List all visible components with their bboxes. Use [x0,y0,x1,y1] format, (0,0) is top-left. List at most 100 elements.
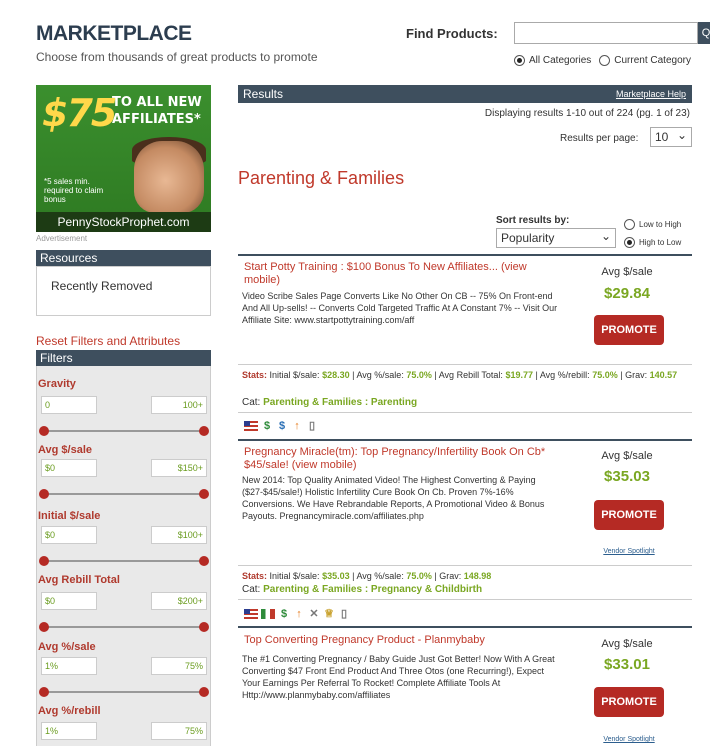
slider-min-handle[interactable] [39,622,49,632]
stats-grav-label: Grav: [439,571,462,581]
filter-rebill-total-min[interactable]: $0 [41,592,97,610]
scope-current-label: Current Category [614,55,691,66]
row-divider [238,565,692,566]
slider-max-handle[interactable] [199,556,209,566]
product-1-title[interactable]: Start Potty Training : $100 Bonus To New… [244,261,564,287]
row-divider [238,599,692,600]
filter-avg-pct-rebill-max[interactable]: 75% [151,722,207,740]
filter-avg-sale-label: Avg $/sale [38,444,93,456]
resources-header: Resources [36,250,211,267]
product-3-avg-label: Avg $/sale [601,638,653,650]
product-1-category-value[interactable]: Parenting & Families : Parenting [263,397,417,408]
recurring-icon: $ [278,420,286,432]
filter-gravity-min[interactable]: 0 [41,396,97,414]
sort-low-high-label: Low to High [639,220,682,229]
search-button[interactable]: Q [698,22,710,44]
marketplace-help-link[interactable]: Marketplace Help [616,85,686,103]
product-1-icons: $ $ ↑ ▯ [244,419,318,433]
filter-avg-pct-sale-slider[interactable] [39,687,209,697]
row-divider [238,439,692,441]
product-2-promote-button[interactable]: PROMOTE [594,500,664,530]
stats-avg-pct-label: Avg %/sale: [356,571,404,581]
filter-avg-pct-sale-max[interactable]: 75% [151,657,207,675]
recently-removed-link[interactable]: Recently Removed [51,279,152,293]
filter-gravity-slider[interactable] [39,426,209,436]
sort-low-high-radio[interactable] [624,219,635,230]
product-2-avg-value: $35.03 [604,468,650,485]
product-1-promote-button[interactable]: PROMOTE [594,315,664,345]
stats-avg-pct-label: Avg %/sale: [356,370,404,380]
stats-rebill-total-label: Avg Rebill Total: [438,370,503,380]
scope-all-label: All Categories [529,55,592,66]
scope-current-radio[interactable] [599,55,611,66]
filter-avg-pct-sale-label: Avg %/sale [38,641,96,653]
scope-all-radio[interactable] [514,55,525,66]
cat-label: Cat: [242,397,261,408]
results-bar: Results Marketplace Help [238,85,692,103]
reset-filters-link[interactable]: Reset Filters and Attributes [36,334,180,348]
filter-avg-sale-slider[interactable] [39,489,209,499]
ad-fine-print: *5 sales min. required to claim bonus [44,177,104,204]
advertisement-banner[interactable]: $75 TO ALL NEW AFFILIATES* *5 sales min.… [36,85,211,232]
row-divider [238,364,692,365]
stats-initial-label: Initial $/sale: [269,571,320,581]
slider-max-handle[interactable] [199,622,209,632]
filter-gravity-max[interactable]: 100+ [151,396,207,414]
filter-initial-sale-max[interactable]: $100+ [151,526,207,544]
product-2-category-value[interactable]: Parenting & Families : Pregnancy & Child… [263,584,482,595]
stats-initial-label: Initial $/sale: [269,370,320,380]
filter-avg-pct-sale-min[interactable]: 1% [41,657,97,675]
ad-amount: $75 [42,91,117,135]
filter-initial-sale-min[interactable]: $0 [41,526,97,544]
filter-avg-pct-rebill-min[interactable]: 1% [41,722,97,740]
search-scope: All Categories Current Category [514,55,691,66]
us-flag-icon [244,609,258,619]
ad-person-image [134,141,204,213]
tools-icon: ✕ [309,608,319,620]
trophy-icon: ♕ [324,608,334,620]
stats-avg-pct-value: 75.0% [406,571,432,581]
sort-high-low-label: High to Low [639,238,682,247]
slider-max-handle[interactable] [199,489,209,499]
search-input[interactable] [514,22,698,44]
sort-high-low-radio[interactable] [624,237,635,248]
slider-min-handle[interactable] [39,687,49,697]
filter-rebill-total-label: Avg Rebill Total [38,574,120,586]
results-per-page-label: Results per page: [560,133,639,144]
product-2-vendor-spotlight-link[interactable]: Vendor Spotlight [594,548,664,555]
stats-grav-label: Grav: [625,370,648,380]
product-3-vendor-spotlight-link[interactable]: Vendor Spotlight [594,736,664,743]
filter-rebill-total-max[interactable]: $200+ [151,592,207,610]
stats-initial-value: $35.03 [322,571,350,581]
sort-high-low-option[interactable]: High to Low [624,237,681,248]
stats-initial-value: $28.30 [322,370,350,380]
slider-max-handle[interactable] [199,426,209,436]
slider-min-handle[interactable] [39,556,49,566]
slider-min-handle[interactable] [39,426,49,436]
filter-avg-sale-max[interactable]: $150+ [151,459,207,477]
ad-caption: Advertisement [36,234,88,243]
slider-min-handle[interactable] [39,489,49,499]
marketplace-page: MARKETPLACE Choose from thousands of gre… [0,0,710,746]
product-2-stats: Stats: Initial $/sale: $35.03 | Avg %/sa… [242,571,492,581]
filter-rebill-total-slider[interactable] [39,622,209,632]
stats-grav-value: 140.57 [649,370,678,380]
product-2-title[interactable]: Pregnancy Miracle(tm): Top Pregnancy/Inf… [244,446,564,472]
product-2-avg-label: Avg $/sale [601,450,653,462]
filters-panel: Gravity 0 100+ Avg $/sale $0 $150+ Initi… [36,366,211,746]
row-divider [238,254,692,256]
sort-low-high-option[interactable]: Low to High [624,219,681,230]
ad-headline-2: AFFILIATES* [112,112,201,127]
page-subtitle: Choose from thousands of great products … [36,50,318,64]
filter-avg-sale-min[interactable]: $0 [41,459,97,477]
product-1-avg-value: $29.84 [604,285,650,302]
sort-select[interactable]: Popularity [496,227,616,248]
results-per-page-select[interactable]: 10 [650,126,692,147]
product-3-promote-button[interactable]: PROMOTE [594,687,664,717]
product-3-avg-value: $33.01 [604,656,650,673]
slider-max-handle[interactable] [199,687,209,697]
page-title: MARKETPLACE [36,22,192,45]
product-3-title[interactable]: Top Converting Pregnancy Product - Planm… [244,634,564,647]
product-3-description: The #1 Converting Pregnancy / Baby Guide… [242,654,555,700]
filter-initial-sale-slider[interactable] [39,556,209,566]
